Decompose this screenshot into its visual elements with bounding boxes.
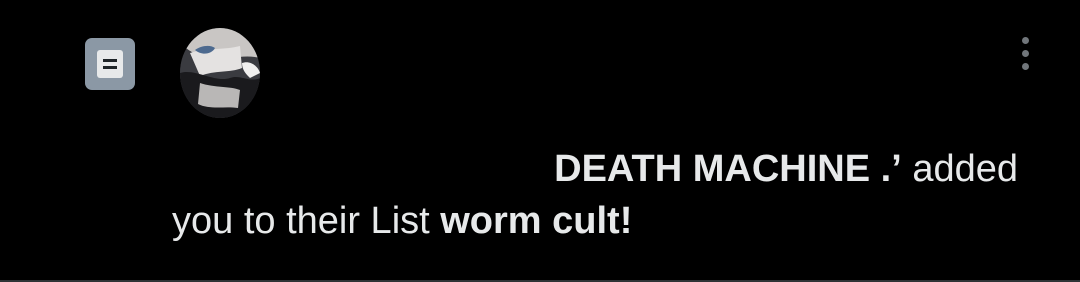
list-name[interactable]: worm cult! — [440, 200, 632, 242]
action-text-part2: you to their List — [172, 200, 441, 242]
more-dot-3 — [1021, 62, 1029, 70]
action-text-part1: added — [901, 148, 1018, 190]
list-icon — [85, 38, 135, 90]
more-options-icon[interactable] — [1010, 30, 1040, 76]
notification-text: DEATH MACHINE .’ added you to their List… — [172, 143, 1018, 247]
more-dot-2 — [1021, 49, 1029, 57]
notification-text-line2: you to their List worm cult! — [172, 195, 1018, 247]
user-avatar[interactable] — [180, 28, 260, 118]
actor-name[interactable]: DEATH MACHINE .’ — [554, 148, 902, 190]
more-dot-1 — [1021, 36, 1029, 44]
list-added-notification[interactable]: DEATH MACHINE .’ added you to their List… — [0, 0, 1080, 282]
notification-text-line1: DEATH MACHINE .’ added — [172, 143, 1018, 195]
